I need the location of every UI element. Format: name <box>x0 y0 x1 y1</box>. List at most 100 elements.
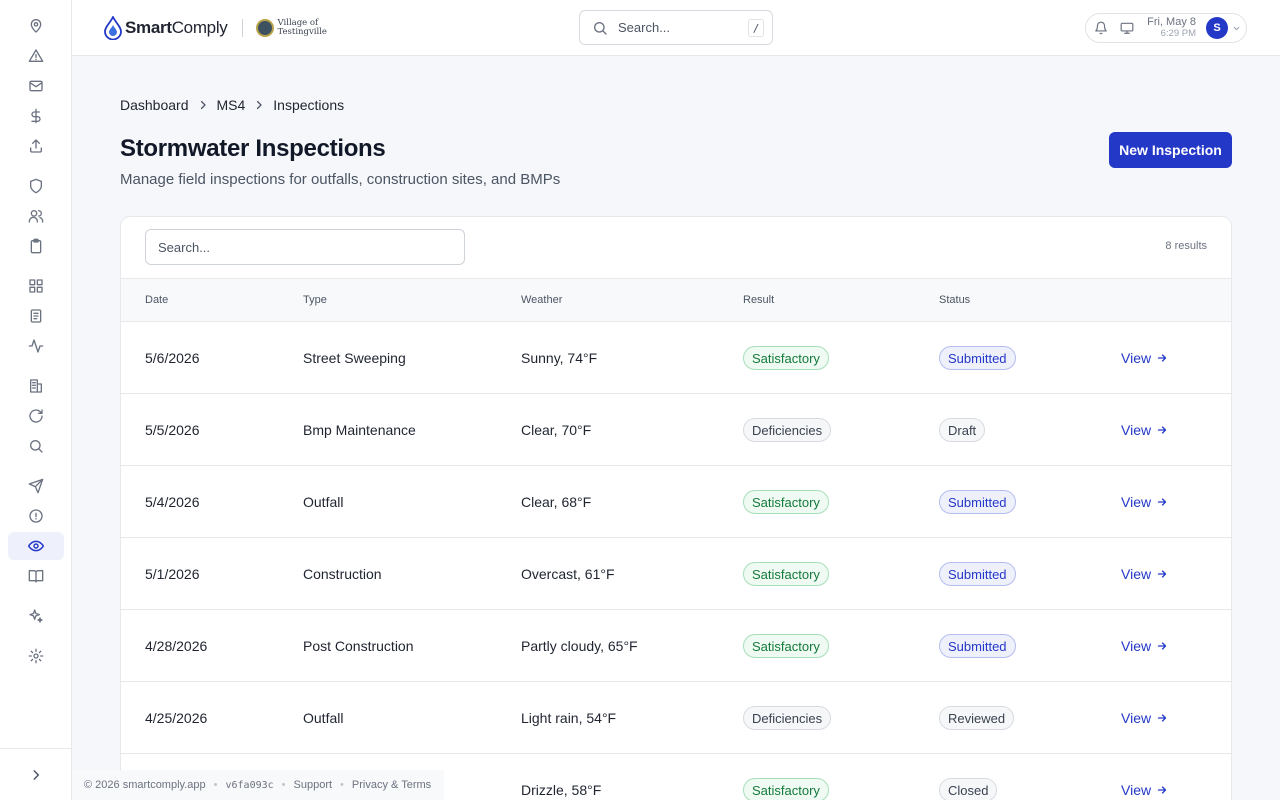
column-header-date[interactable]: Date <box>145 294 168 306</box>
view-label: View <box>1121 350 1152 366</box>
view-link[interactable]: View <box>1121 494 1168 510</box>
privacy-terms-link[interactable]: Privacy & Terms <box>352 779 431 791</box>
activity-icon[interactable] <box>8 332 64 360</box>
search-icon[interactable] <box>8 432 64 460</box>
copyright: © 2026 smartcomply.app <box>84 779 206 791</box>
alert-circle-icon[interactable] <box>8 502 64 530</box>
footer-separator: • <box>281 779 286 791</box>
logo-divider <box>241 19 243 37</box>
clipboard-icon[interactable] <box>8 232 64 260</box>
cell-type: Post Construction <box>303 638 414 654</box>
view-link[interactable]: View <box>1121 638 1168 654</box>
sparkles-icon[interactable] <box>8 602 64 630</box>
sidebar-expand-button[interactable] <box>0 748 72 800</box>
view-link[interactable]: View <box>1121 350 1168 366</box>
status-badge: Closed <box>939 778 998 800</box>
view-link[interactable]: View <box>1121 422 1168 438</box>
breadcrumb-ms4[interactable]: MS4 <box>217 97 246 113</box>
mail-icon[interactable] <box>8 72 64 100</box>
arrow-right-icon <box>1157 570 1167 578</box>
view-link[interactable]: View <box>1121 566 1168 582</box>
settings-icon[interactable] <box>8 642 64 670</box>
cell-weather: Overcast, 61°F <box>521 566 615 582</box>
table-row[interactable]: 5/6/2026 Street Sweeping Sunny, 74°F Satisf… <box>121 322 1231 394</box>
chevron-down-icon <box>1233 26 1240 31</box>
result-badge: Satisfactory <box>743 634 829 658</box>
cell-type: Street Sweeping <box>303 350 406 366</box>
status-badge: Submitted <box>939 562 1016 586</box>
table-row[interactable]: 4/25/2026 Outfall Light rain, 54°F Deficien… <box>121 682 1231 754</box>
arrow-right-icon <box>1157 354 1167 362</box>
cell-date: 5/5/2026 <box>145 422 200 438</box>
column-header-type[interactable]: Type <box>303 294 327 306</box>
cell-type: Bmp Maintenance <box>303 422 416 438</box>
users-icon[interactable] <box>8 202 64 230</box>
alert-triangle-icon[interactable] <box>8 42 64 70</box>
chevron-right-icon <box>33 769 40 780</box>
view-label: View <box>1121 710 1152 726</box>
status-badge: Submitted <box>939 346 1016 370</box>
support-link[interactable]: Support <box>294 779 333 791</box>
cell-weather: Light rain, 54°F <box>521 710 617 726</box>
chevron-right-icon <box>200 100 206 110</box>
building-icon[interactable] <box>8 372 64 400</box>
village-seal-icon <box>255 19 274 37</box>
refresh-icon[interactable] <box>8 402 64 430</box>
cell-type: Outfall <box>303 710 344 726</box>
table-row[interactable]: 5/5/2026 Bmp Maintenance Clear, 70°F Defici… <box>121 394 1231 466</box>
table-row[interactable]: 5/4/2026 Outfall Clear, 68°F Satisfactory Su… <box>121 466 1231 538</box>
grid-icon[interactable] <box>8 272 64 300</box>
user-menu[interactable]: Fri, May 8 6:29 PM S <box>1085 13 1247 43</box>
book-icon[interactable] <box>8 562 64 590</box>
arrow-right-icon <box>1157 786 1167 794</box>
view-label: View <box>1121 638 1152 654</box>
results-count: 8 results <box>1165 240 1207 252</box>
top-header: SmartComply Village of Testingville Searc… <box>72 0 1280 56</box>
view-link[interactable]: View <box>1121 710 1168 726</box>
column-header-status[interactable]: Status <box>939 294 970 306</box>
monitor-icon[interactable] <box>1120 21 1134 35</box>
brand-logo[interactable]: SmartComply Village of Testingville <box>104 14 327 42</box>
upload-icon[interactable] <box>8 132 64 160</box>
result-badge: Satisfactory <box>743 346 829 370</box>
status-badge: Submitted <box>939 634 1016 658</box>
bell-icon[interactable] <box>1094 21 1108 35</box>
dollar-icon[interactable] <box>8 102 64 130</box>
table-row[interactable]: 5/1/2026 Construction Overcast, 61°F Satisf… <box>121 538 1231 610</box>
result-badge: Deficiencies <box>743 706 832 730</box>
breadcrumb-dashboard[interactable]: Dashboard <box>120 97 189 113</box>
column-header-weather[interactable]: Weather <box>521 294 562 306</box>
breadcrumb: Dashboard MS4 Inspections <box>120 97 344 113</box>
cell-date: 5/4/2026 <box>145 494 200 510</box>
result-badge: Deficiencies <box>743 418 832 442</box>
new-inspection-button[interactable]: New Inspection <box>1109 132 1232 168</box>
cell-type: Construction <box>303 566 382 582</box>
village-name: Village of Testingville <box>277 18 327 37</box>
cell-date: 5/1/2026 <box>145 566 200 582</box>
global-search[interactable]: Search... / <box>579 10 773 45</box>
view-label: View <box>1121 566 1152 582</box>
map-pin-icon[interactable] <box>8 12 64 40</box>
global-search-placeholder: Search... <box>618 20 671 35</box>
search-icon <box>594 21 607 35</box>
brand-name: SmartComply <box>125 18 228 37</box>
eye-icon[interactable] <box>8 532 64 560</box>
status-badge: Reviewed <box>939 706 1015 730</box>
result-badge: Satisfactory <box>743 562 829 586</box>
status-badge: Draft <box>939 418 986 442</box>
view-label: View <box>1121 494 1152 510</box>
table-search-input[interactable] <box>145 229 465 265</box>
footer-separator: • <box>213 779 218 791</box>
cell-weather: Sunny, 74°F <box>521 350 598 366</box>
shield-icon[interactable] <box>8 172 64 200</box>
send-icon[interactable] <box>8 472 64 500</box>
page-subtitle: Manage field inspections for outfalls, c… <box>120 171 561 188</box>
document-icon[interactable] <box>8 302 64 330</box>
view-link[interactable]: View <box>1121 782 1168 798</box>
cell-type: Outfall <box>303 494 344 510</box>
avatar[interactable]: S <box>1206 17 1228 39</box>
footer-separator: • <box>340 779 344 791</box>
table-row[interactable]: 4/28/2026 Post Construction Partly cloudy,… <box>121 610 1231 682</box>
table-header: Date Type Weather Result Status <box>121 278 1231 322</box>
column-header-result[interactable]: Result <box>743 294 774 306</box>
